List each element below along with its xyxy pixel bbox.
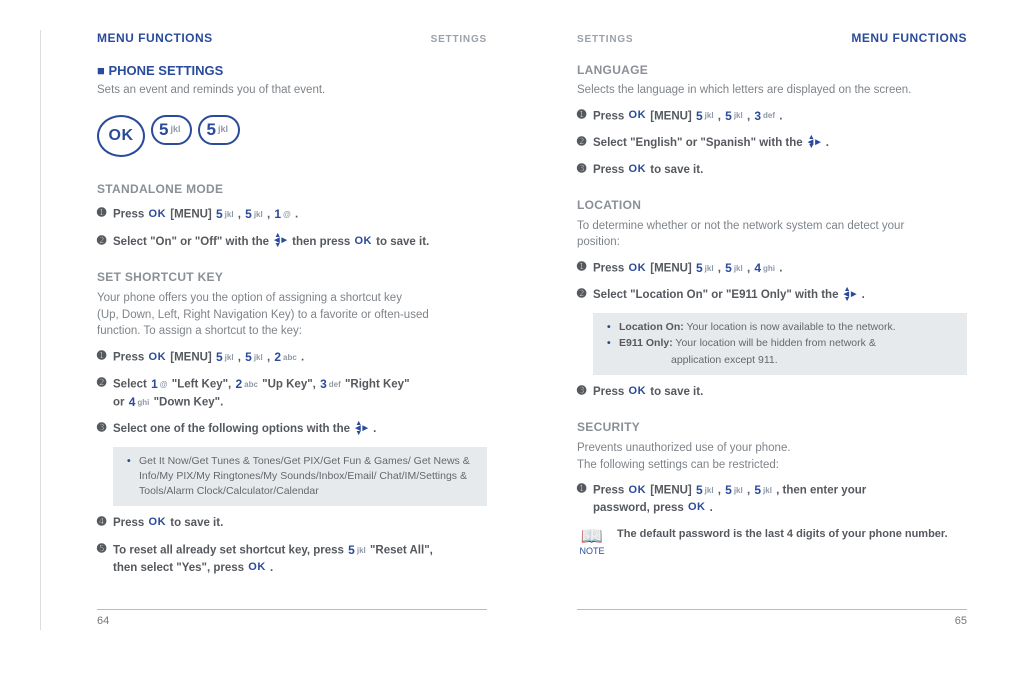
page-spread: MENU FUNCTIONS SETTINGS PHONE SETTINGS S… bbox=[40, 30, 1012, 630]
left-page: MENU FUNCTIONS SETTINGS PHONE SETTINGS S… bbox=[97, 30, 487, 630]
nav-key-icon: ▲◀ ▶▼ bbox=[274, 234, 287, 249]
standalone-step-1: ➊ Press OK [MENU] 5jkl , 5jkl , 1@ . bbox=[97, 206, 487, 223]
bullet-1: ➊ bbox=[97, 206, 113, 222]
standalone-heading: STANDALONE MODE bbox=[97, 181, 487, 198]
location-step-3: ➌ Press OK to save it. bbox=[577, 384, 967, 401]
language-step-2: ➋ Select "English" or "Spanish" with the… bbox=[577, 135, 967, 152]
key-5: 5jkl bbox=[725, 260, 743, 277]
left-header: MENU FUNCTIONS SETTINGS bbox=[97, 30, 487, 48]
nav-key-icon: ▲◀ ▶▼ bbox=[844, 288, 857, 303]
header-main-right: MENU FUNCTIONS bbox=[851, 30, 967, 47]
security-step-1: ➊ Press OK [MENU] 5jkl , 5jkl , 5jkl , t… bbox=[577, 482, 967, 516]
key-5: 5jkl bbox=[754, 482, 772, 499]
key-5: 5jkl bbox=[725, 482, 743, 499]
location-subtitle: To determine whether or not the network … bbox=[577, 218, 967, 251]
key-5: 5jkl bbox=[725, 108, 743, 125]
security-subtitle: Prevents unauthorized use of your phone.… bbox=[577, 440, 967, 473]
key-1: 1@ bbox=[274, 206, 291, 223]
shortcut-step-1: ➊ Press OK [MENU] 5jkl , 5jkl , 2abc . bbox=[97, 349, 487, 366]
key-5: 5jkl bbox=[216, 349, 234, 366]
security-heading: SECURITY bbox=[577, 419, 967, 436]
key-diagram: OK 5jkl 5jkl bbox=[97, 115, 487, 157]
shortcut-callout: •Get It Now/Get Tunes & Tones/Get PIX/Ge… bbox=[113, 447, 487, 507]
shortcut-heading: SET SHORTCUT KEY bbox=[97, 269, 487, 286]
shortcut-step-2: ➋ Select 1@ "Left Key", 2abc "Up Key", 3… bbox=[97, 376, 487, 411]
nav-key-icon: ▲◀ ▶▼ bbox=[808, 136, 821, 151]
ok-key: OK bbox=[248, 560, 266, 576]
key-2: 2abc bbox=[274, 349, 296, 366]
location-step-2: ➋ Select "Location On" or "E911 Only" wi… bbox=[577, 287, 967, 304]
key-5: 5jkl bbox=[245, 349, 263, 366]
language-heading: LANGUAGE bbox=[577, 62, 967, 79]
ok-key: OK bbox=[149, 207, 167, 223]
key-5: 5jkl bbox=[245, 206, 263, 223]
phone-settings-heading: PHONE SETTINGS bbox=[97, 62, 487, 81]
ok-key: OK bbox=[149, 350, 167, 366]
ok-key: OK bbox=[149, 515, 167, 531]
language-step-1: ➊ Press OK [MENU] 5jkl , 5jkl , 3def . bbox=[577, 108, 967, 125]
page-number-left: 64 bbox=[97, 609, 487, 630]
key-5: 5jkl bbox=[216, 206, 234, 223]
ok-key: OK bbox=[629, 162, 647, 178]
location-heading: LOCATION bbox=[577, 197, 967, 214]
key-5: 5jkl bbox=[696, 108, 714, 125]
page-number-right: 65 bbox=[577, 609, 967, 630]
bullet-2: ➋ bbox=[97, 234, 113, 250]
language-step-3: ➌ Press OK to save it. bbox=[577, 162, 967, 179]
key-5-icon: 5jkl bbox=[198, 115, 239, 145]
key-4: 4ghi bbox=[754, 260, 775, 277]
note-icon: 📖 NOTE bbox=[577, 527, 607, 558]
key-3: 3def bbox=[754, 108, 775, 125]
ok-key: OK bbox=[629, 108, 647, 124]
ok-key-icon: OK bbox=[97, 115, 145, 157]
key-5: 5jkl bbox=[348, 542, 366, 559]
standalone-step-2: ➋ Select "On" or "Off" with the ▲◀ ▶▼ th… bbox=[97, 234, 487, 251]
ok-key: OK bbox=[629, 261, 647, 277]
key-1: 1@ bbox=[151, 376, 168, 393]
header-main-left: MENU FUNCTIONS bbox=[97, 30, 213, 47]
shortcut-step-5: ➎ To reset all already set shortcut key,… bbox=[97, 542, 487, 576]
key-5-icon: 5jkl bbox=[151, 115, 192, 145]
ok-key: OK bbox=[629, 483, 647, 499]
ok-key: OK bbox=[688, 500, 706, 516]
phone-settings-subtitle: Sets an event and reminds you of that ev… bbox=[97, 82, 487, 99]
header-sub-left: SETTINGS bbox=[431, 33, 487, 48]
location-callout: •Location On: Your location is now avail… bbox=[593, 313, 967, 375]
key-5: 5jkl bbox=[696, 260, 714, 277]
language-subtitle: Selects the language in which letters ar… bbox=[577, 82, 967, 99]
ok-key: OK bbox=[354, 234, 372, 250]
note-text: The default password is the last 4 digit… bbox=[617, 527, 967, 543]
key-2: 2abc bbox=[235, 376, 257, 393]
key-5: 5jkl bbox=[696, 482, 714, 499]
shortcut-desc: Your phone offers you the option of assi… bbox=[97, 290, 487, 340]
header-sub-right: SETTINGS bbox=[577, 33, 633, 48]
location-step-1: ➊ Press OK [MENU] 5jkl , 5jkl , 4ghi . bbox=[577, 260, 967, 277]
shortcut-step-3: ➌ Select one of the following options wi… bbox=[97, 421, 487, 438]
key-4: 4ghi bbox=[129, 394, 150, 411]
nav-key-icon: ▲◀ ▶▼ bbox=[355, 422, 368, 437]
ok-key: OK bbox=[629, 384, 647, 400]
right-header: SETTINGS MENU FUNCTIONS bbox=[577, 30, 967, 48]
key-3: 3def bbox=[320, 376, 341, 393]
security-note: 📖 NOTE The default password is the last … bbox=[577, 527, 967, 558]
right-page: SETTINGS MENU FUNCTIONS LANGUAGE Selects… bbox=[577, 30, 967, 630]
shortcut-step-4: ➍ Press OK to save it. bbox=[97, 515, 487, 532]
